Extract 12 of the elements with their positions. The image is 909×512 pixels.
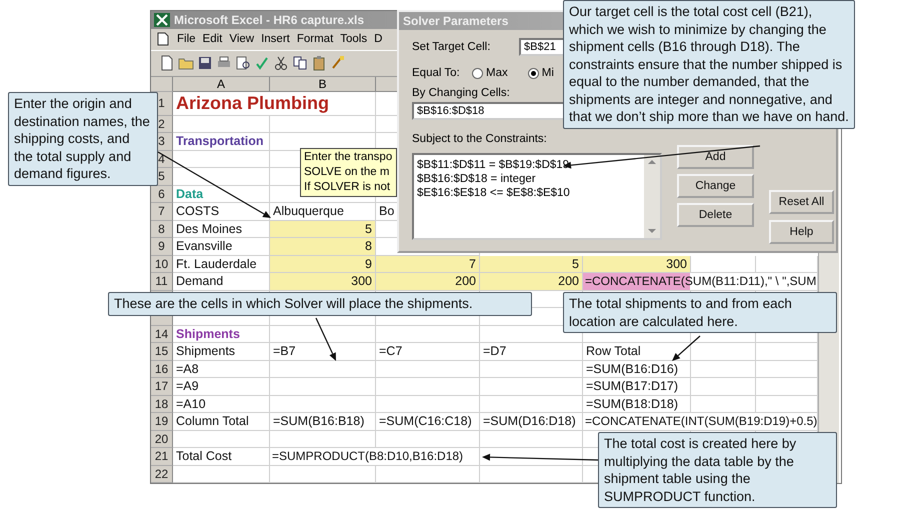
callout-tooltip: Our target cell is the total cost cell (B21), which we wish to minimize by changing the shipment cells (B16 through D18). The constraints ensure that the number shipped is equal to the number demanded, that the shipments are integer and nonnegative, and that we don’t ship more than we have on hand. xyxy=(563,0,855,128)
field-label: Set Target Cell: xyxy=(412,41,492,53)
group-label: By Changing Cells: xyxy=(412,87,510,99)
callout-tooltip: Enter the origin and destination names, the shipping costs, and the total supply and demand figures. xyxy=(8,92,158,186)
callout-tooltip: The total shipments to and from each location are calculated here. xyxy=(563,292,837,333)
field-label: Equal To: xyxy=(412,67,461,79)
callout-tooltip: The total cost is created here by multiplying the data table by the shipment table using the SUMPRODUCT function. xyxy=(598,432,837,508)
dialog-title: Solver Parameters xyxy=(403,14,508,28)
callout-tooltip: These are the cells in which Solver will place the shipments. xyxy=(108,292,532,316)
group-label: Subject to the Constraints: xyxy=(412,133,547,145)
window-title: Microsoft Excel - HR6 capture.xls xyxy=(174,12,364,27)
comment-tooltip: Enter the transpo SOLVE on the m If SOLVER is not xyxy=(300,148,397,197)
